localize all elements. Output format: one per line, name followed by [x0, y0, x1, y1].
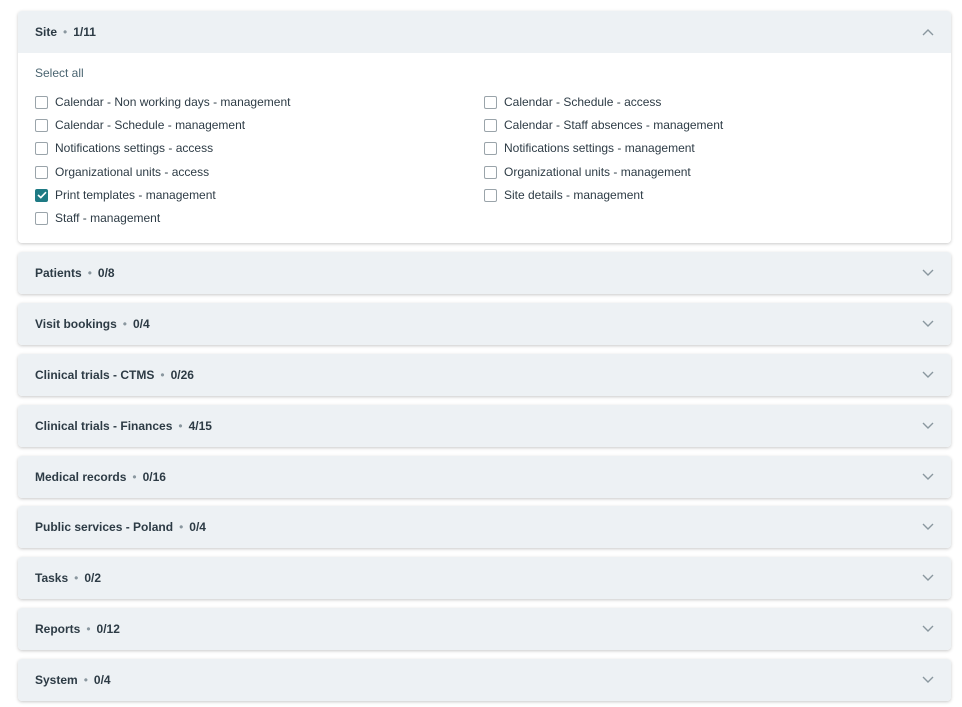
option-site-details-management[interactable]: Site details - management: [484, 187, 643, 203]
panel-title: Public services - Poland: [35, 520, 174, 534]
checkbox[interactable]: [35, 165, 48, 179]
option-label: Calendar - Schedule - access: [504, 95, 662, 109]
option-label: Notifications settings - access: [55, 141, 214, 155]
option-label: Notifications settings - management: [504, 141, 695, 155]
checkbox[interactable]: [484, 188, 497, 202]
option-calendar-non-working-days-management[interactable]: Calendar - Non working days - management: [35, 94, 290, 110]
panel-count: 0/4: [133, 317, 150, 331]
option-calendar-staff-absences-management[interactable]: Calendar - Staff absences - management: [484, 117, 723, 133]
separator-dot: •: [160, 368, 165, 382]
checkbox[interactable]: [35, 118, 48, 132]
panel-patients-header[interactable]: Patients • 0/8: [18, 252, 951, 294]
checkbox[interactable]: [484, 141, 497, 155]
option-staff-management[interactable]: Staff - management: [35, 210, 160, 226]
panel-system-header[interactable]: System • 0/4: [18, 659, 951, 701]
chevron-down-icon[interactable]: [921, 673, 935, 687]
panel-count: 1/11: [73, 25, 96, 39]
panel-title: System: [35, 673, 78, 687]
chevron-down-icon[interactable]: [921, 317, 935, 331]
panel-count: 0/4: [93, 673, 111, 687]
chevron-down-icon[interactable]: [921, 368, 935, 382]
panel-visit-bookings: Visit bookings • 0/4: [18, 303, 951, 345]
panel-count: 0/26: [170, 368, 194, 382]
panel-clinical-trials-finances-header[interactable]: Clinical trials - Finances • 4/15: [18, 405, 951, 447]
select-all-link[interactable]: Select all: [35, 66, 84, 80]
option-label: Calendar - Schedule - management: [55, 118, 246, 132]
panel-title: Site: [35, 25, 58, 39]
panel-title: Clinical trials - CTMS: [35, 368, 155, 382]
chevron-up-icon[interactable]: [921, 25, 935, 39]
panel-system: System • 0/4: [18, 659, 951, 701]
separator-dot: •: [63, 25, 68, 39]
panel-title: Visit bookings: [35, 317, 117, 331]
panel-count: 4/15: [188, 419, 212, 433]
option-label: Site details - management: [504, 188, 644, 202]
option-notifications-settings-access[interactable]: Notifications settings - access: [35, 140, 213, 156]
chevron-down-icon[interactable]: [921, 419, 935, 433]
option-organizational-units-access[interactable]: Organizational units - access: [35, 164, 209, 180]
panel-reports-header[interactable]: Reports • 0/12: [18, 608, 951, 650]
panel-site-body: Select all Calendar - Non working days -…: [18, 53, 951, 243]
option-notifications-settings-management[interactable]: Notifications settings - management: [484, 140, 695, 156]
panel-title: Clinical trials - Finances: [35, 419, 173, 433]
option-calendar-schedule-management[interactable]: Calendar - Schedule - management: [35, 117, 245, 133]
option-organizational-units-management[interactable]: Organizational units - management: [484, 164, 691, 180]
option-label: Calendar - Non working days - management: [55, 95, 291, 109]
panel-reports: Reports • 0/12: [18, 608, 951, 650]
separator-dot: •: [87, 266, 92, 280]
panel-medical-records: Medical records • 0/16: [18, 456, 951, 498]
option-label: Print templates - management: [55, 188, 216, 202]
panel-count: 0/8: [97, 266, 115, 280]
panel-title: Patients: [35, 266, 82, 280]
panel-count: 0/4: [189, 520, 206, 534]
separator-dot: •: [83, 673, 88, 687]
chevron-down-icon[interactable]: [921, 622, 935, 636]
option-label: Organizational units - management: [504, 165, 691, 179]
checkbox-checked[interactable]: [35, 188, 48, 202]
panel-count: 0/12: [96, 622, 120, 636]
panel-count: 0/2: [84, 571, 102, 585]
chevron-down-icon[interactable]: [921, 571, 935, 585]
checkbox[interactable]: [484, 118, 497, 132]
separator-dot: •: [132, 470, 137, 484]
panel-clinical-trials-finances: Clinical trials - Finances • 4/15: [18, 405, 951, 447]
panel-public-services-poland-header[interactable]: Public services - Poland • 0/4: [18, 506, 951, 548]
panel-count: 0/16: [142, 470, 166, 484]
panel-tasks-header[interactable]: Tasks • 0/2: [18, 557, 951, 599]
chevron-down-icon[interactable]: [921, 470, 935, 484]
option-label: Organizational units - access: [55, 165, 210, 179]
separator-dot: •: [86, 622, 91, 636]
chevron-down-icon[interactable]: [921, 266, 935, 280]
panel-title: Reports: [35, 622, 81, 636]
check-icon: [36, 191, 47, 199]
separator-dot: •: [178, 419, 183, 433]
panel-clinical-trials-ctms: Clinical trials - CTMS • 0/26: [18, 354, 951, 396]
panel-visit-bookings-header[interactable]: Visit bookings • 0/4: [18, 303, 951, 345]
panel-title: Medical records: [35, 470, 127, 484]
checkbox[interactable]: [484, 95, 497, 109]
panel-site-header[interactable]: Site • 1/11: [18, 11, 951, 53]
panel-title: Tasks: [35, 571, 69, 585]
separator-dot: •: [179, 520, 184, 534]
checkbox[interactable]: [35, 95, 48, 109]
panel-clinical-trials-ctms-header[interactable]: Clinical trials - CTMS • 0/26: [18, 354, 951, 396]
panel-patients: Patients • 0/8: [18, 252, 951, 294]
checkbox[interactable]: [35, 141, 48, 155]
panel-public-services-poland: Public services - Poland • 0/4: [18, 506, 951, 548]
option-label: Calendar - Staff absences - management: [504, 118, 724, 132]
option-label: Staff - management: [55, 211, 161, 225]
panel-tasks: Tasks • 0/2: [18, 557, 951, 599]
checkbox[interactable]: [35, 211, 48, 225]
separator-dot: •: [74, 571, 79, 585]
option-print-templates-management[interactable]: Print templates - management: [35, 187, 216, 203]
separator-dot: •: [122, 317, 127, 331]
option-calendar-schedule-access[interactable]: Calendar - Schedule - access: [484, 94, 661, 110]
checkbox[interactable]: [484, 165, 497, 179]
permissions-accordion: Site • 1/11 Select all Calendar - Non wo…: [0, 0, 962, 707]
panel-site: Site • 1/11 Select all Calendar - Non wo…: [18, 11, 951, 243]
panel-medical-records-header[interactable]: Medical records • 0/16: [18, 456, 951, 498]
chevron-down-icon[interactable]: [921, 520, 935, 534]
